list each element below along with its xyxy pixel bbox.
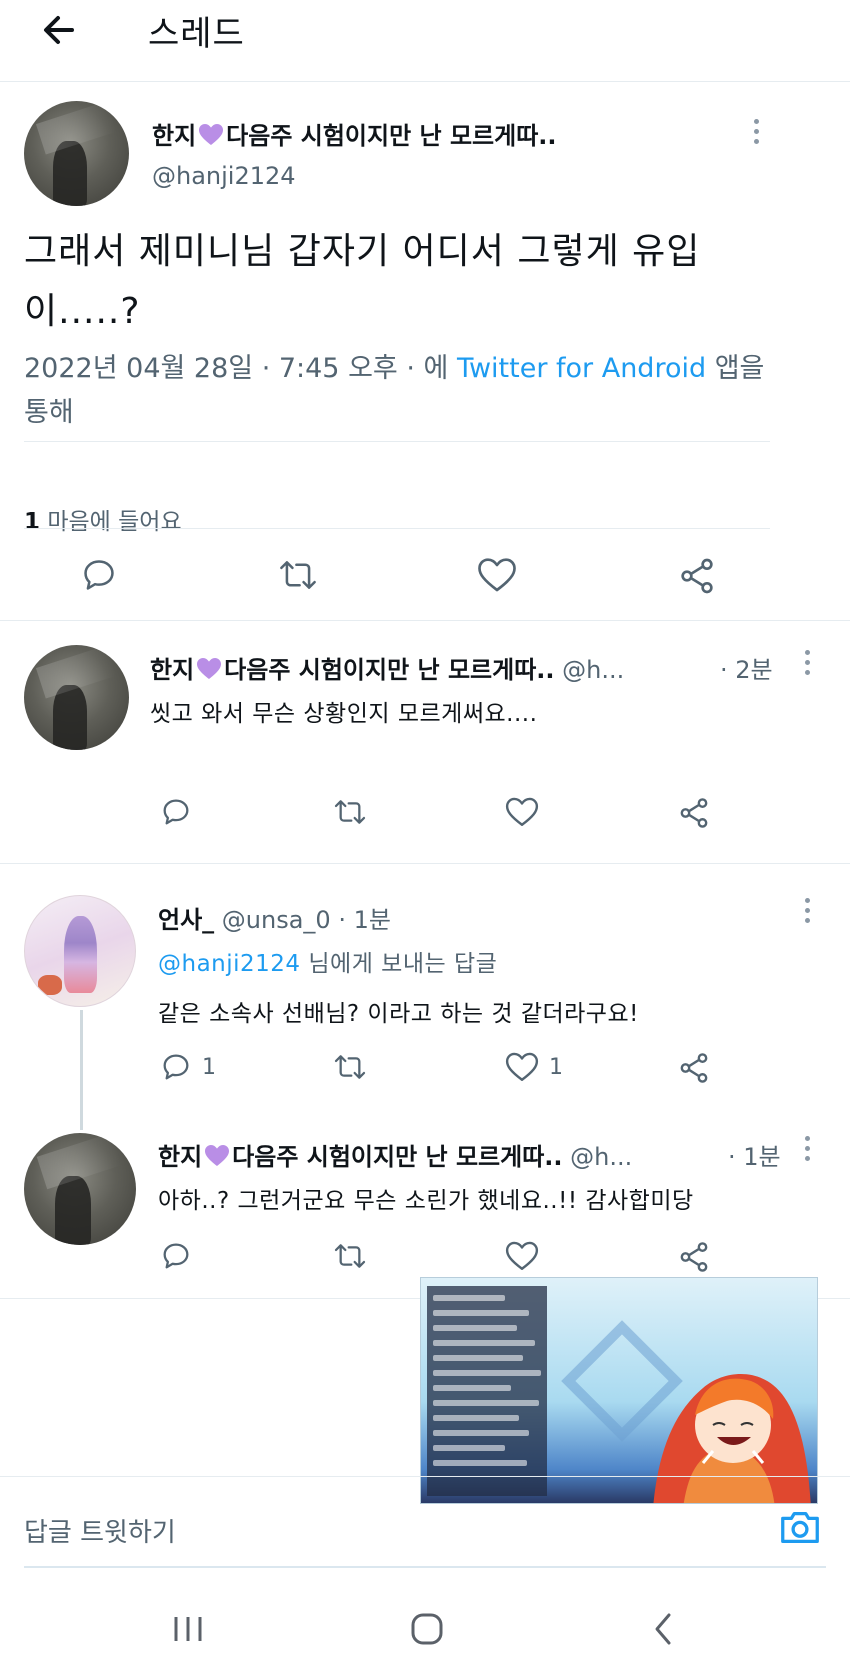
reply-count: 1: [202, 1054, 216, 1080]
source-link[interactable]: Twitter for Android: [457, 353, 706, 384]
composer-border: [0, 1476, 850, 1477]
share-button[interactable]: [677, 1240, 711, 1274]
more-vertical-icon[interactable]: [752, 119, 760, 147]
heart-outline-icon: [478, 558, 516, 592]
camera-icon: [781, 1511, 819, 1544]
share-button[interactable]: [677, 796, 711, 830]
share-icon: [681, 558, 713, 594]
retweet-icon: [334, 1244, 366, 1268]
replying-to: @hanji2124 님에게 보내는 답글: [158, 951, 498, 977]
avatar[interactable]: [24, 895, 136, 1007]
reply-bubble-icon: [84, 560, 114, 590]
like-count: 1: [549, 1054, 563, 1080]
retweet-icon: [334, 1055, 366, 1079]
retweet-icon: [334, 800, 366, 824]
likes-count[interactable]: 1 마음에 들어요: [24, 502, 182, 536]
purple-heart-icon: [199, 124, 224, 145]
camera-button[interactable]: [777, 1504, 823, 1550]
avatar[interactable]: [24, 1133, 136, 1245]
tweet-timestamp: 2022년 04월 28일 · 7:45 오후 · 에 Twitter for …: [24, 347, 784, 435]
more-vertical-icon[interactable]: [803, 650, 811, 678]
divider: [24, 441, 770, 442]
arrow-left-icon: [44, 16, 74, 44]
share-icon: [680, 798, 708, 828]
reply-bubble-icon: [163, 1243, 189, 1269]
reply-bubble-icon: [163, 1054, 189, 1080]
heart-outline-icon: [505, 1052, 539, 1081]
like-button[interactable]: [477, 556, 517, 594]
video-overlay[interactable]: [420, 1277, 818, 1504]
like-button[interactable]: 1: [505, 1051, 563, 1083]
reply-button[interactable]: [160, 796, 192, 828]
reply-text: 같은 소속사 선배님? 이라고 하는 것 같더라구요!: [158, 1001, 639, 1027]
share-icon: [680, 1053, 708, 1083]
tweet-text: 그래서 제미니님 갑자기 어디서 그렇게 유입이.....?: [24, 231, 701, 332]
heart-outline-icon: [505, 797, 539, 826]
author-handle: @hanji2124: [152, 162, 296, 190]
share-icon: [680, 1242, 708, 1272]
tweet-author[interactable]: 한지 다음주 시험이지만 난 모르게따..: [152, 116, 557, 151]
heart-outline-icon: [505, 1241, 539, 1270]
tweet-author[interactable]: 한지 다음주 시험이지만 난 모르게따.. @h...: [150, 650, 624, 685]
reply-button[interactable]: [160, 1240, 192, 1272]
reply-button[interactable]: [80, 556, 118, 594]
reply-text: 아하..? 그런거군요 무슨 소린가 했네요..!! 감사합미당: [158, 1188, 694, 1214]
composer-underline: [24, 1566, 826, 1568]
retweet-button[interactable]: [332, 796, 368, 828]
avatar[interactable]: [24, 101, 129, 206]
retweet-icon: [280, 561, 316, 589]
reply-button[interactable]: 1: [160, 1051, 216, 1083]
system-back-button[interactable]: [633, 1602, 693, 1656]
more-vertical-icon[interactable]: [803, 898, 811, 926]
share-button[interactable]: [677, 556, 717, 596]
more-vertical-icon[interactable]: [803, 1136, 811, 1164]
system-navigation-bar: [0, 1580, 850, 1678]
stream-chat-panel: [427, 1286, 547, 1496]
name-suffix: 다음주 시험이지만 난 모르게따..: [226, 122, 557, 150]
like-button[interactable]: [505, 796, 539, 828]
purple-heart-icon: [205, 1145, 230, 1166]
back-button[interactable]: [38, 8, 82, 52]
home-icon: [411, 1613, 443, 1645]
streamer-avatar-image: [653, 1374, 811, 1503]
retweet-button[interactable]: [277, 556, 319, 594]
tweet-time: · 1분: [728, 1143, 781, 1171]
share-button[interactable]: [677, 1051, 711, 1085]
like-button[interactable]: [505, 1240, 539, 1272]
page-title: 스레드: [148, 14, 245, 54]
home-button[interactable]: [397, 1602, 457, 1656]
recent-apps-icon: [174, 1617, 202, 1641]
tweet-author[interactable]: 한지 다음주 시험이지만 난 모르게따.. @h...: [158, 1137, 632, 1172]
timestamp-text: 2022년 04월 28일 · 7:45 오후 · 에: [24, 353, 457, 384]
tweet-time: · 2분: [720, 656, 773, 684]
reply-bubble-icon: [163, 799, 189, 825]
chevron-left-icon: [655, 1613, 671, 1645]
recent-apps-button[interactable]: [158, 1602, 218, 1656]
reply-composer-input[interactable]: 답글 트윗하기: [24, 1512, 176, 1549]
avatar[interactable]: [24, 645, 129, 750]
mention-link[interactable]: @hanji2124: [158, 951, 301, 977]
divider: [0, 863, 850, 864]
retweet-button[interactable]: [332, 1240, 368, 1272]
display-name: 한지: [152, 122, 197, 150]
reply-text: 씻고 와서 무슨 상황인지 모르게써요....: [150, 701, 538, 727]
purple-heart-icon: [197, 658, 222, 679]
divider: [24, 528, 770, 529]
top-app-bar: 스레드: [0, 0, 850, 82]
divider: [0, 620, 850, 621]
tweet-author[interactable]: 언사_ @unsa_0 · 1분: [158, 900, 391, 935]
thread-connector: [80, 1010, 83, 1130]
retweet-button[interactable]: [332, 1051, 368, 1083]
